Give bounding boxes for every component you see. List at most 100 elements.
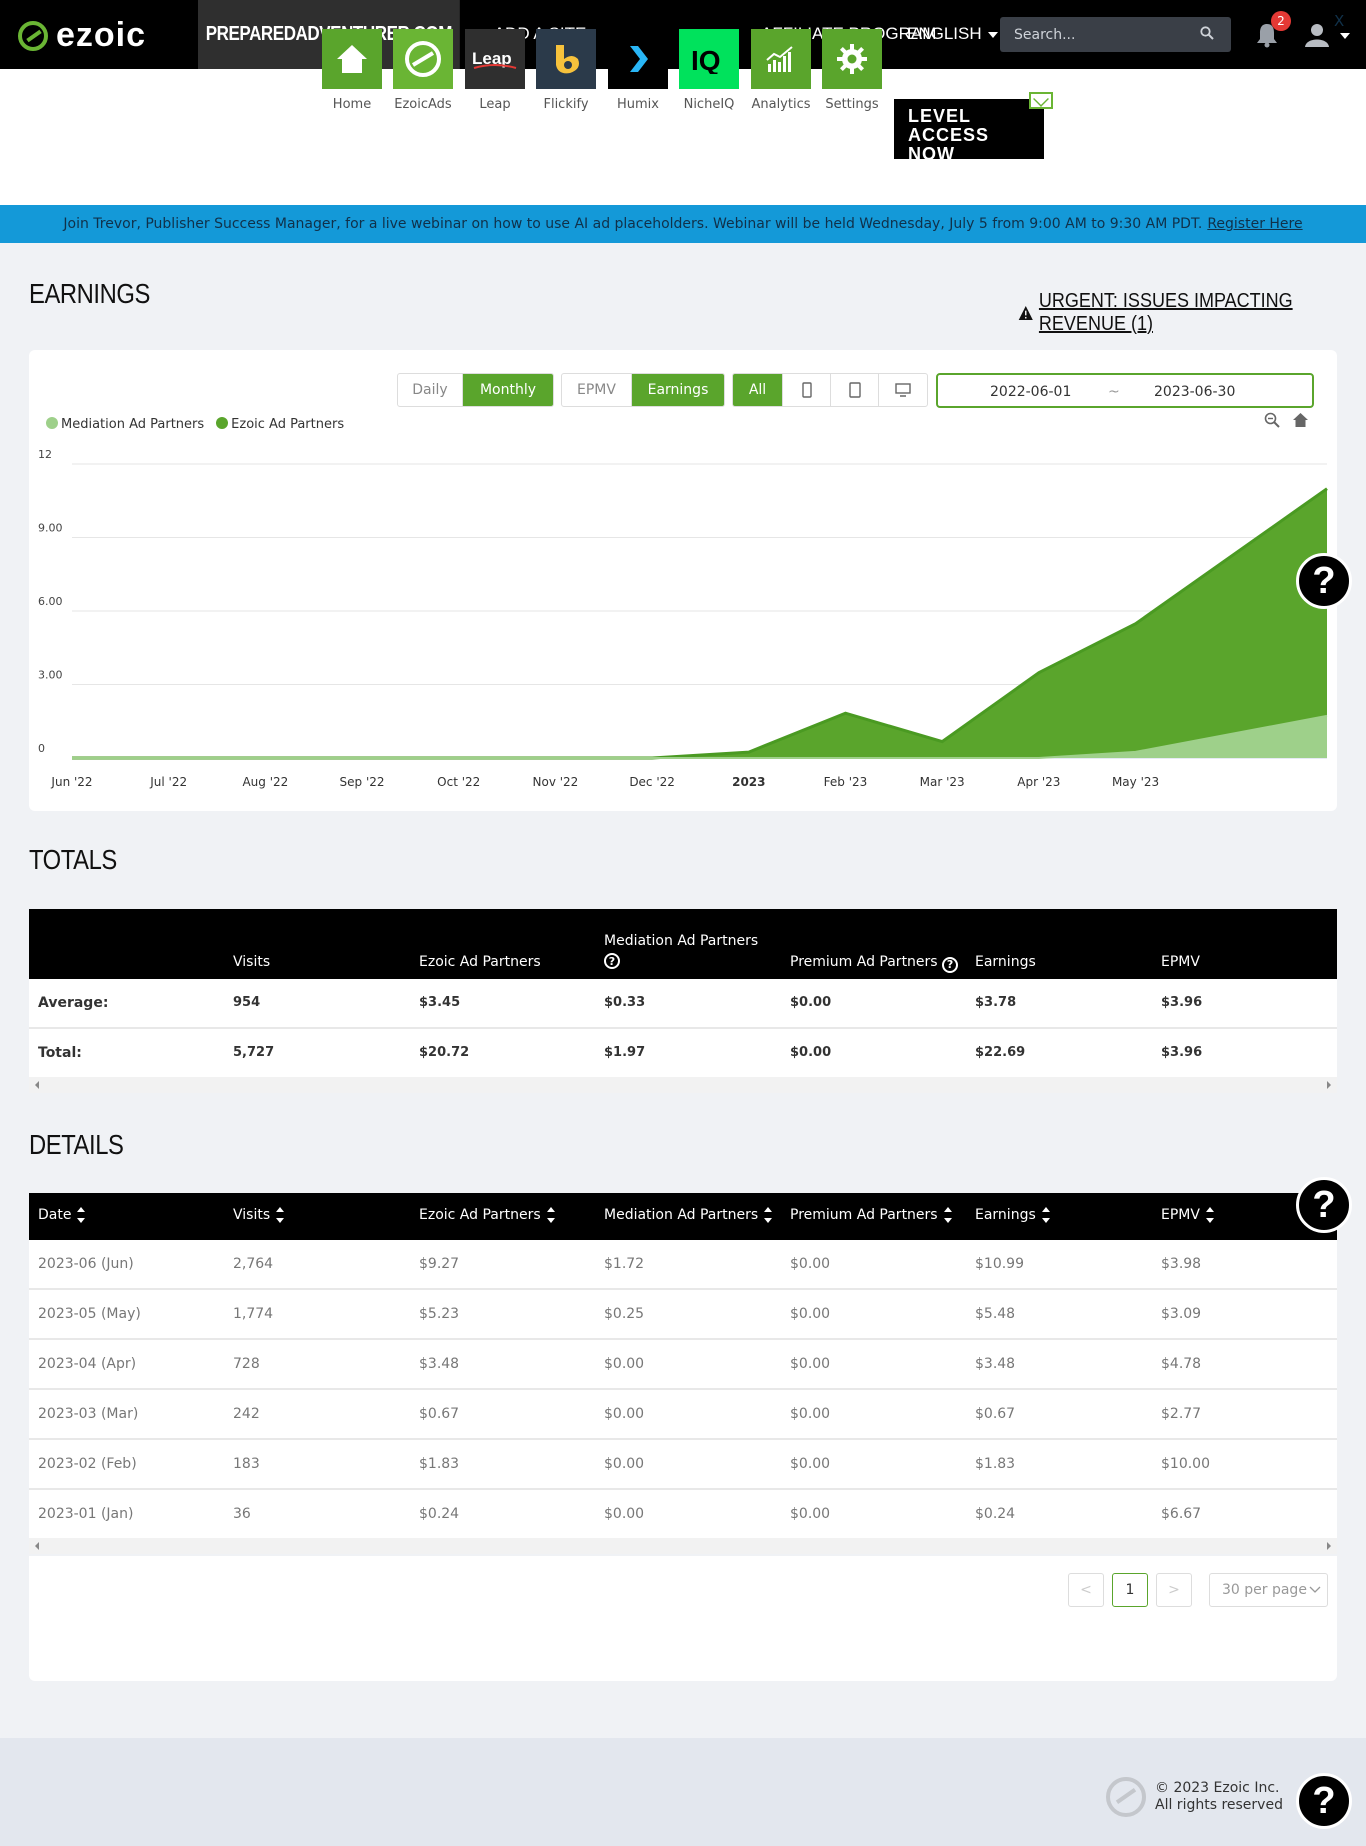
cell-mediation: $0.33 [604, 995, 646, 1010]
header-mediation-label: Mediation Ad Partners [604, 1207, 759, 1223]
chevron-down-icon [987, 31, 998, 38]
totals-header: Visits Ezoic Ad Partners Mediation Ad Pa… [29, 909, 1337, 979]
app-home[interactable]: Home [322, 29, 382, 112]
date-to: 2023-06-30 [1154, 384, 1236, 400]
scroll-right-icon[interactable] [1327, 1081, 1331, 1089]
table-row: 2023-06 (Jun) 2,764 $9.27 $1.72 $0.00 $10.99 $… [29, 1240, 1337, 1290]
language-label: ENGLISH [907, 24, 982, 43]
app-label: Leap [479, 97, 511, 112]
sort-date[interactable]: Date [38, 1207, 86, 1223]
page-1-button[interactable]: 1 [1112, 1573, 1148, 1607]
search-icon[interactable] [1200, 26, 1214, 40]
per-page-value: 30 per page [1222, 1582, 1307, 1598]
sort-visits[interactable]: Visits [233, 1207, 285, 1223]
sort-earnings[interactable]: Earnings [975, 1207, 1050, 1223]
app-analytics[interactable]: Analytics [751, 29, 811, 112]
app-leap[interactable]: Leap Leap [465, 29, 525, 112]
urgent-issues-link[interactable]: URGENT: ISSUES IMPACTING REVENUE (1) [1018, 290, 1331, 336]
question-circle-icon[interactable]: ? [604, 953, 620, 969]
cell-epmv: $4.78 [1161, 1356, 1202, 1372]
webinar-banner: Join Trevor, Publisher Success Manager, … [0, 205, 1366, 243]
phone-button[interactable] [783, 374, 831, 406]
cell-date: 2023-02 (Feb) [38, 1456, 137, 1472]
period-toggle: Daily Monthly [397, 373, 554, 407]
envelope-icon[interactable] [1029, 92, 1053, 109]
help-button[interactable]: ? [1296, 1773, 1352, 1829]
user-icon[interactable] [1304, 22, 1330, 48]
close-icon[interactable]: X [1334, 12, 1344, 30]
user-menu-chevron-icon[interactable] [1340, 33, 1350, 39]
area-ezoic-ad-partners[interactable] [72, 488, 1327, 758]
sort-mediation[interactable]: Mediation Ad Partners [604, 1207, 773, 1223]
details-scrollbar[interactable] [29, 1538, 1337, 1554]
desktop-button[interactable] [879, 374, 927, 406]
cell-ezoic: $5.23 [419, 1306, 460, 1322]
next-page-button[interactable]: > [1156, 1573, 1192, 1607]
sort-epmv[interactable]: EPMV [1161, 1207, 1214, 1223]
legend-item-mediation[interactable]: Mediation Ad Partners [46, 417, 204, 432]
help-button[interactable]: ? [1296, 553, 1352, 609]
app-label: Settings [825, 97, 879, 112]
sort-premium[interactable]: Premium Ad Partners [790, 1207, 952, 1223]
analytics-icon [751, 29, 811, 89]
footer-copyright: © 2023 Ezoic Inc. All rights reserved [1155, 1780, 1283, 1814]
sort-icon [77, 1207, 86, 1223]
cell-mediation: $0.00 [604, 1506, 645, 1522]
epmv-button[interactable]: EPMV [562, 374, 632, 406]
app-label: Humix [617, 97, 659, 112]
humix-icon [608, 29, 668, 89]
date-from: 2022-06-01 [990, 384, 1072, 400]
daily-button[interactable]: Daily [398, 374, 463, 406]
cell-epmv: $3.96 [1161, 995, 1203, 1010]
ezoic-logo[interactable]: ezoic [18, 16, 146, 55]
level-access-button[interactable]: LEVEL ACCESS NOW [894, 99, 1044, 164]
table-row: Average: 954 $3.45 $0.33 $0.00 $3.78 $3.… [29, 979, 1337, 1029]
per-page-select[interactable]: 30 per page [1209, 1573, 1328, 1607]
x-tick-label: Nov '22 [533, 775, 579, 789]
tablet-button[interactable] [831, 374, 879, 406]
sort-icon [943, 1207, 952, 1223]
sort-icon [1041, 1207, 1050, 1223]
zoom-icon[interactable] [1264, 412, 1280, 428]
metric-toggle: EPMV Earnings [561, 373, 725, 407]
desktop-icon [895, 383, 911, 397]
app-flickify[interactable]: Flickify [536, 29, 596, 112]
date-range-picker[interactable]: 2022-06-01 ~ 2023-06-30 [936, 373, 1314, 408]
register-link[interactable]: Register Here [1207, 216, 1302, 232]
cell-ezoic: $20.72 [419, 1045, 470, 1060]
legend-dot [46, 417, 58, 429]
cell-date: 2023-06 (Jun) [38, 1256, 134, 1272]
legend-dot [216, 417, 229, 429]
scroll-right-icon[interactable] [1327, 1542, 1331, 1550]
app-ezoicads[interactable]: EzoicAds [393, 29, 453, 112]
cell-epmv: $3.09 [1161, 1306, 1202, 1322]
reset-zoom-home-icon[interactable] [1292, 412, 1309, 428]
all-devices-button[interactable]: All [733, 374, 783, 406]
search-input[interactable] [1000, 17, 1231, 52]
earnings-button[interactable]: Earnings [632, 374, 724, 406]
language-selector[interactable]: ENGLISH [907, 24, 998, 44]
y-tick-label: 9.00 [38, 522, 63, 535]
question-circle-icon[interactable]: ? [942, 956, 959, 973]
cell-mediation: $0.25 [604, 1306, 645, 1322]
sort-ezoic[interactable]: Ezoic Ad Partners [419, 1207, 555, 1223]
legend-item-ezoic[interactable]: Ezoic Ad Partners [216, 417, 344, 432]
prev-page-button[interactable]: < [1068, 1573, 1104, 1607]
cell-premium: $0.00 [790, 1306, 831, 1322]
table-row: 2023-04 (Apr) 728 $3.48 $0.00 $0.00 $3.48 $4.7… [29, 1340, 1337, 1390]
app-humix[interactable]: Humix [608, 29, 668, 112]
help-button[interactable]: ? [1296, 1177, 1352, 1233]
level-access-line1: LEVEL [908, 106, 972, 126]
y-tick-label: 6.00 [38, 595, 63, 608]
scroll-left-icon[interactable] [35, 1542, 39, 1550]
monthly-button[interactable]: Monthly [463, 374, 553, 406]
cell-epmv: $2.77 [1161, 1406, 1202, 1422]
app-nicheiq[interactable]: IQ NicheIQ [679, 29, 739, 112]
header-ezoic-label: Ezoic Ad Partners [419, 1207, 541, 1223]
app-settings[interactable]: Settings [822, 29, 882, 112]
totals-scrollbar[interactable] [29, 1077, 1337, 1093]
cell-premium: $0.00 [790, 995, 832, 1010]
cell-date: 2023-01 (Jan) [38, 1506, 134, 1522]
cell-visits: 954 [233, 995, 261, 1010]
scroll-left-icon[interactable] [35, 1081, 39, 1089]
